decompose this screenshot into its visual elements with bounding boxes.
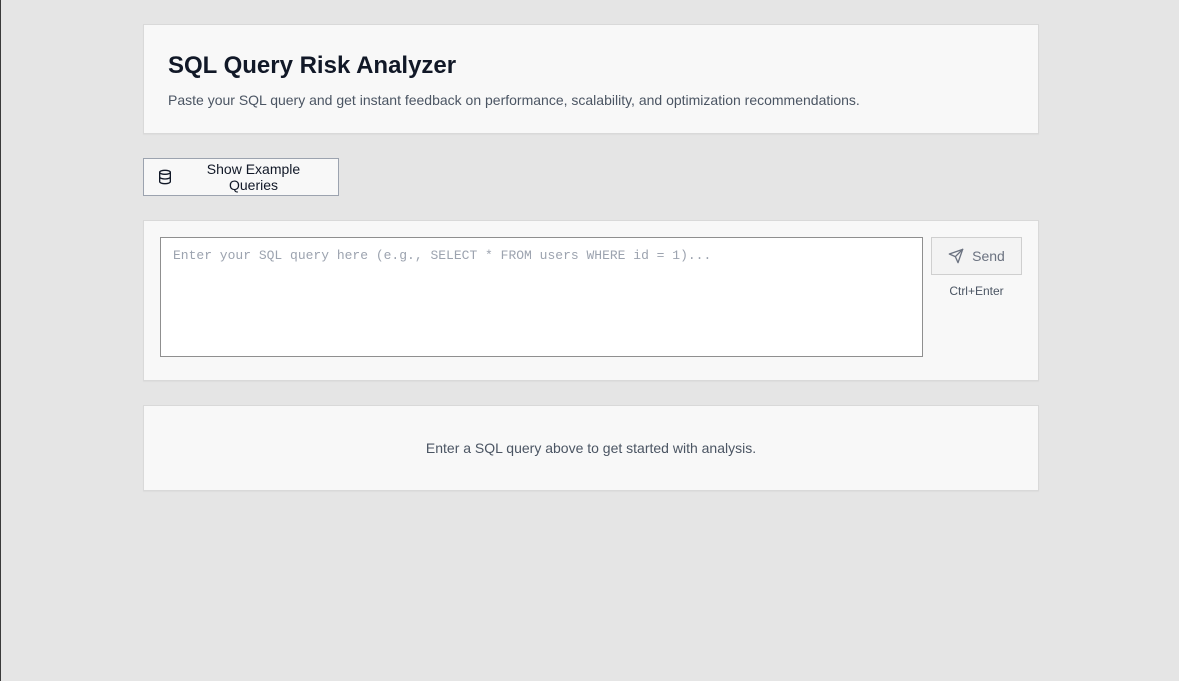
send-button[interactable]: Send bbox=[931, 237, 1022, 275]
main-container: SQL Query Risk Analyzer Paste your SQL q… bbox=[143, 24, 1039, 491]
empty-state-message: Enter a SQL query above to get started w… bbox=[425, 440, 757, 456]
database-icon bbox=[157, 169, 173, 185]
send-icon bbox=[948, 248, 964, 264]
keyboard-shortcut-hint: Ctrl+Enter bbox=[949, 284, 1004, 298]
query-input-card: Send Ctrl+Enter bbox=[143, 220, 1039, 381]
page-edge bbox=[0, 0, 1, 681]
show-example-queries-label: Show Example Queries bbox=[206, 161, 301, 193]
header-card: SQL Query Risk Analyzer Paste your SQL q… bbox=[143, 24, 1039, 134]
show-example-queries-button[interactable]: Show Example Queries bbox=[143, 158, 339, 196]
page-title: SQL Query Risk Analyzer bbox=[168, 52, 457, 79]
send-button-label: Send bbox=[972, 248, 1005, 264]
page-subtitle: Paste your SQL query and get instant fee… bbox=[168, 92, 860, 108]
results-empty-state: Enter a SQL query above to get started w… bbox=[143, 405, 1039, 491]
sql-query-input[interactable] bbox=[160, 237, 923, 357]
